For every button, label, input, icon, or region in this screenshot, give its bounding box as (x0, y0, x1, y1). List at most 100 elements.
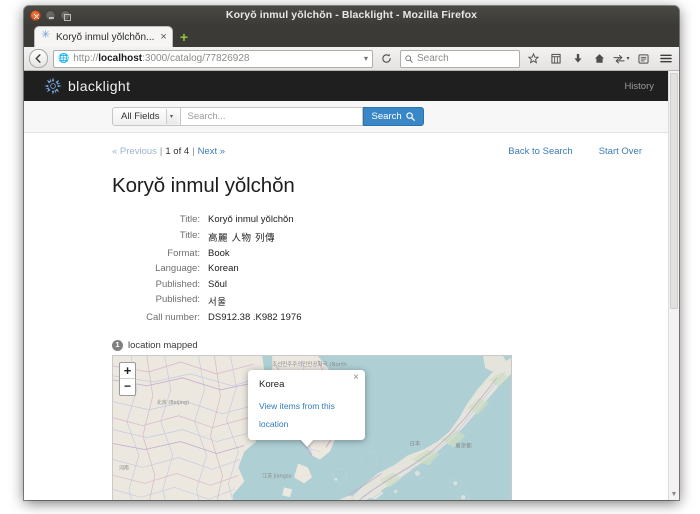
window-titlebar: Koryŏ inmul yŏlchŏn - Blacklight - Mozil… (24, 6, 679, 25)
search-input-placeholder: Search... (187, 111, 226, 122)
url-path: :3000/catalog/77826928 (142, 53, 250, 64)
site-brand[interactable]: blacklight (44, 77, 130, 95)
reload-button[interactable] (378, 50, 395, 68)
url-bar[interactable]: 🌐 http://localhost:3000/catalog/77826928… (53, 49, 373, 68)
svg-text:日本: 日本 (409, 439, 420, 447)
table-row: Language: Korean (24, 261, 302, 276)
sun-starburst-icon (44, 77, 62, 95)
field-label: Published: (155, 294, 200, 306)
downloads-button[interactable] (569, 50, 586, 68)
new-tab-button[interactable]: + (180, 30, 188, 44)
table-row: Title: 高麗 人物 列傳 (24, 227, 302, 245)
popup-close-icon[interactable]: × (353, 372, 359, 383)
map-zoom-controls: + − (119, 361, 136, 396)
site-identity-globe-icon: 🌐 (58, 53, 70, 63)
next-link[interactable]: Next » (198, 146, 225, 157)
pagination-actions: Back to Search Start Over (508, 146, 642, 157)
field-label: Format: (167, 247, 200, 259)
table-row: Call number: DS912.38 .K982 1976 (24, 310, 302, 325)
field-label: Language: (155, 263, 200, 275)
svg-text:江苏 Jiangsu: 江苏 Jiangsu (262, 472, 291, 479)
field-label: Title: (179, 214, 200, 226)
site-navbar: blacklight History (24, 71, 668, 101)
record-metadata-table: Title: Koryŏ inmul yŏlchŏn Title: 高麗 人物 … (24, 212, 302, 326)
map-popup: × Korea View items from this location (248, 369, 365, 440)
back-arrow-icon (35, 54, 41, 63)
svg-text:北京 (Beijing): 北京 (Beijing) (157, 398, 189, 405)
leaflet-map[interactable]: 조선민주주의인민공화국 (North 北京 (Beijing) 山东 河南 江苏… (112, 354, 512, 500)
field-label: Title: (179, 229, 200, 241)
page-scrollbar[interactable]: ▲ ▼ (668, 71, 679, 500)
browser-search-box[interactable]: Search (400, 49, 520, 68)
location-count-badge: 1 (112, 339, 123, 351)
app-menu-button[interactable] (657, 50, 674, 68)
scrollbar-down-arrow[interactable]: ▼ (669, 490, 679, 500)
field-value: 高麗 人物 列傳 (208, 232, 276, 244)
field-value: DS912.38 .K982 1976 (208, 312, 302, 324)
pagination-separator-1: | (159, 146, 163, 157)
url-host: localhost (98, 53, 143, 64)
tab-favicon (41, 28, 52, 42)
url-text: http://localhost:3000/catalog/77826928 (73, 53, 249, 64)
tab-strip: Koryŏ inmul yŏlchŏn... × + (24, 25, 679, 47)
search-submit-label: Search (371, 111, 402, 122)
map-zoom-out-button[interactable]: − (120, 379, 135, 395)
home-button[interactable] (591, 50, 608, 68)
search-field-selector-label: All Fields (121, 111, 160, 122)
home-icon (594, 54, 605, 63)
sync-dropdown-caret-icon[interactable]: ▾ (626, 55, 629, 62)
library-button[interactable] (547, 50, 564, 68)
map-heading: 1 location mapped (112, 339, 668, 351)
previous-link[interactable]: « Previous (112, 146, 157, 157)
chevron-down-icon[interactable]: ▾ (165, 109, 177, 124)
reader-view-icon (638, 53, 649, 64)
svg-text:河南: 河南 (119, 464, 129, 471)
map-section: 1 location mapped 조선민주주의인민공화국 (North 北京 … (24, 326, 668, 500)
reload-icon (382, 54, 391, 63)
bookmark-star-button[interactable] (525, 50, 542, 68)
pagination-position: 1 of 4 (165, 146, 190, 157)
field-value: Korean (208, 263, 239, 275)
popup-view-items-link[interactable]: View items from this location (259, 401, 335, 429)
pagination-bar: « Previous | 1 of 4 | Next » Back to Sea… (24, 133, 668, 157)
window-title: Koryŏ inmul yŏlchŏn - Blacklight - Mozil… (225, 9, 478, 21)
downloads-icon (573, 53, 582, 63)
popup-title: Korea (259, 378, 285, 390)
field-value: Book (208, 247, 230, 259)
search-bar: All Fields ▾ Search... Search (24, 101, 668, 133)
search-field-selector[interactable]: All Fields ▾ (112, 107, 181, 126)
sync-button[interactable]: ▾ (613, 50, 630, 68)
map-zoom-in-button[interactable]: + (120, 363, 135, 379)
svg-text:東京都: 東京都 (455, 441, 472, 449)
search-input[interactable]: Search... (180, 107, 363, 126)
table-row: Title: Koryŏ inmul yŏlchŏn (24, 212, 302, 227)
table-row: Published: 서울 (24, 292, 302, 310)
page-title: Koryŏ inmul yŏlchŏn (112, 174, 295, 197)
url-history-dropdown-icon[interactable]: ▾ (364, 54, 368, 63)
start-over-link[interactable]: Start Over (599, 146, 642, 157)
sync-icon (613, 54, 626, 63)
browser-tab[interactable]: Koryŏ inmul yŏlchŏn... × (34, 26, 173, 47)
page-viewport: blacklight History All Fields ▾ Search..… (24, 71, 679, 500)
map-heading-label: location mapped (128, 339, 198, 351)
back-button[interactable] (29, 49, 48, 68)
field-label: Call number: (146, 312, 200, 324)
url-scheme: http:// (73, 53, 99, 64)
search-submit-button[interactable]: Search (362, 107, 424, 126)
reader-view-button[interactable] (635, 50, 652, 68)
firefox-window: Koryŏ inmul yŏlchŏn - Blacklight - Mozil… (24, 6, 679, 500)
nav-link-history[interactable]: History (624, 81, 654, 92)
page-content: « Previous | 1 of 4 | Next » Back to Sea… (24, 133, 668, 500)
pagination-separator-2: | (192, 146, 195, 157)
tab-label: Koryŏ inmul yŏlchŏn... (56, 31, 155, 43)
tab-close-icon[interactable]: × (158, 31, 166, 43)
library-icon (550, 53, 561, 64)
field-value: Koryŏ inmul yŏlchŏn (208, 214, 294, 226)
browser-search-placeholder: Search (417, 53, 449, 64)
web-page: blacklight History All Fields ▾ Search..… (24, 71, 668, 500)
field-label: Published: (155, 278, 200, 290)
scrollbar-thumb[interactable] (670, 73, 678, 309)
menu-icon (659, 54, 672, 63)
field-value: Sŏul (208, 278, 228, 290)
back-to-search-link[interactable]: Back to Search (508, 146, 572, 157)
